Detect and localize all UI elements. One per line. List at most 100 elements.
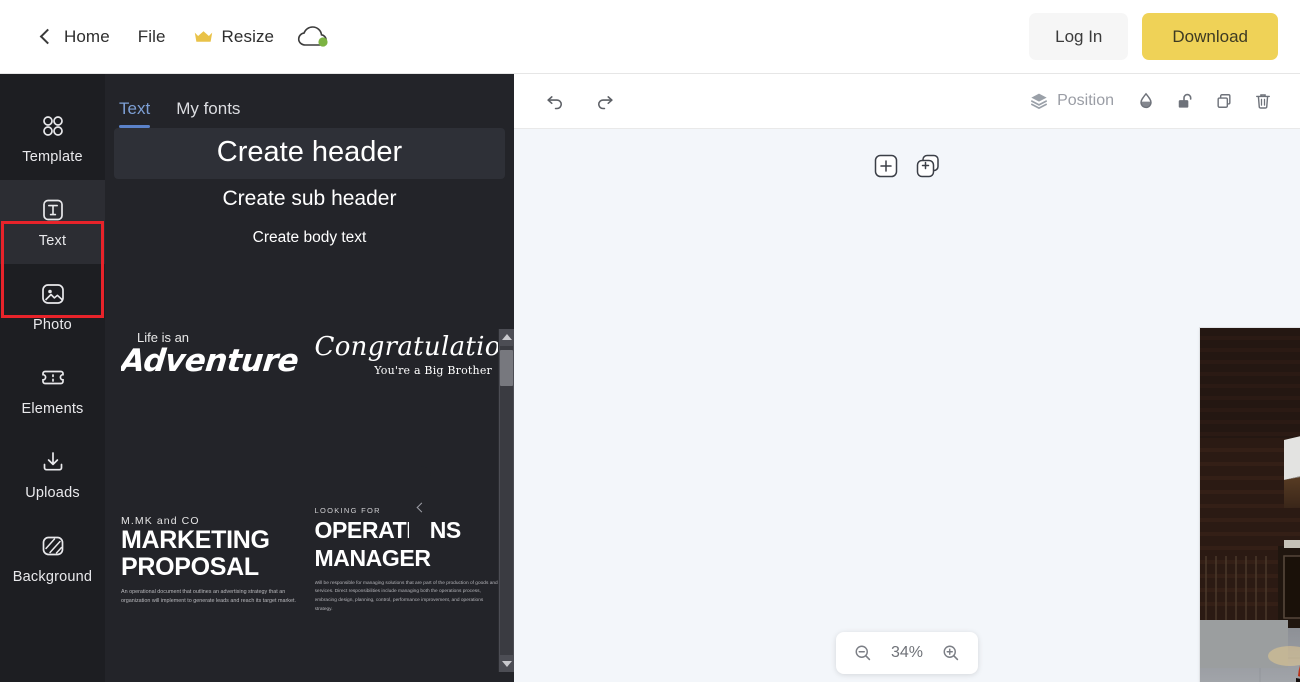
sidebar-item-uploads[interactable]: Uploads <box>0 432 105 516</box>
page-tool-buttons <box>514 153 1300 179</box>
sidebar-item-background[interactable]: Background <box>0 516 105 600</box>
undo-icon <box>544 90 566 112</box>
duplicate-page-icon <box>915 153 941 179</box>
top-header-bar: Home File Resize Log In Download <box>0 0 1300 74</box>
sidebar-item-label: Text <box>39 233 66 249</box>
scrollbar-down-button[interactable] <box>499 656 515 672</box>
tab-my-fonts[interactable]: My fonts <box>176 99 240 128</box>
font-card-title-line1: MARKETING <box>121 527 305 554</box>
font-card-congratulations[interactable]: Congratulations! You're a Big Brother <box>315 279 499 429</box>
font-card-title-line1: OPERATIONS <box>315 518 499 543</box>
zoom-out-button[interactable] <box>848 638 878 668</box>
droplet-icon <box>1136 90 1156 112</box>
redo-button[interactable] <box>588 84 622 118</box>
duplicate-icon <box>1214 90 1234 112</box>
caret-up-icon <box>502 334 512 340</box>
grid-squares-icon <box>39 112 67 140</box>
font-card-subtitle: You're a Big Brother <box>315 364 499 377</box>
font-card-title-line2: PROPOSAL <box>121 554 305 581</box>
zoom-out-icon <box>853 643 873 663</box>
history-controls <box>538 84 622 118</box>
login-button[interactable]: Log In <box>1029 13 1128 60</box>
home-label: Home <box>64 27 110 47</box>
delete-button[interactable] <box>1246 84 1280 118</box>
chevron-left-icon <box>40 29 56 45</box>
font-card-adventure[interactable]: Life is an Adventure <box>121 279 305 429</box>
zoom-in-button[interactable] <box>936 638 966 668</box>
zoom-in-icon <box>941 643 961 663</box>
scrollbar-thumb[interactable] <box>500 350 513 386</box>
sidebar-item-label: Photo <box>33 317 72 333</box>
duplicate-button[interactable] <box>1207 84 1241 118</box>
sidebar-item-text[interactable]: Text <box>0 180 105 264</box>
left-tool-rail: Template Text Photo <box>0 74 105 682</box>
layers-icon <box>1029 91 1049 111</box>
text-preset-list: Create header Create sub header Create b… <box>105 128 514 257</box>
transparency-button[interactable] <box>1129 84 1163 118</box>
font-card-brand: LOOKING FOR <box>315 506 499 515</box>
cloud-saved-icon[interactable] <box>296 24 330 50</box>
caret-down-icon <box>502 661 512 667</box>
position-label: Position <box>1057 92 1114 110</box>
file-label: File <box>138 27 166 47</box>
font-card-title-line2: MANAGER <box>315 546 499 571</box>
editor-body: Template Text Photo <box>0 74 1300 682</box>
car-garage-photo: 24 <box>1200 328 1300 682</box>
font-card-brand: M.MK and CO <box>121 515 305 527</box>
canvas-stage[interactable]: 24 <box>514 129 1300 682</box>
resize-label: Resize <box>222 27 275 47</box>
add-page-button[interactable] <box>873 153 899 179</box>
scrollbar-up-button[interactable] <box>499 329 515 345</box>
preset-create-sub-header[interactable]: Create sub header <box>114 179 505 220</box>
font-card-body: Will be responsible for managing solutio… <box>315 580 499 615</box>
crown-icon <box>194 30 213 44</box>
font-card-body: An operational document that outlines an… <box>121 588 305 607</box>
sidebar-item-label: Elements <box>21 401 83 417</box>
undo-button[interactable] <box>538 84 572 118</box>
trash-icon <box>1253 90 1273 112</box>
download-button[interactable]: Download <box>1142 13 1278 60</box>
redo-icon <box>594 90 616 112</box>
font-card-title: Adventure <box>121 343 305 379</box>
panel-tab-bar: Text My fonts <box>105 74 514 128</box>
preset-create-body-text[interactable]: Create body text <box>114 220 505 257</box>
sidebar-item-label: Background <box>13 569 92 585</box>
font-card-marketing-proposal[interactable]: M.MK and CO MARKETING PROPOSAL An operat… <box>121 486 305 636</box>
home-button[interactable]: Home <box>28 19 124 55</box>
object-controls: Position <box>1019 84 1280 118</box>
font-card-operations-manager[interactable]: LOOKING FOR OPERATIONS MANAGER Will be r… <box>315 486 499 636</box>
upload-download-icon <box>39 448 67 476</box>
duplicate-page-button[interactable] <box>915 153 941 179</box>
position-button[interactable]: Position <box>1019 85 1124 117</box>
file-menu-button[interactable]: File <box>124 19 180 55</box>
preset-create-header[interactable]: Create header <box>114 128 505 179</box>
lock-button[interactable] <box>1168 84 1202 118</box>
sidebar-item-label: Template <box>22 149 82 165</box>
canvas-toolbar: Position <box>514 74 1300 129</box>
panel-collapse-handle[interactable] <box>409 466 431 548</box>
font-template-grid: Life is an Adventure Congratulations! Yo… <box>105 257 514 682</box>
sidebar-item-elements[interactable]: Elements <box>0 348 105 432</box>
panel-scrollbar[interactable] <box>498 329 514 672</box>
sidebar-item-photo[interactable]: Photo <box>0 264 105 348</box>
design-editor-app: Home File Resize Log In Download <box>0 0 1300 682</box>
add-page-icon <box>873 153 899 179</box>
text-box-icon <box>39 196 67 224</box>
scrollbar-track[interactable] <box>500 346 513 655</box>
font-card-title: Congratulations! <box>315 332 499 362</box>
text-panel: Text My fonts Create header Create sub h… <box>105 74 514 682</box>
header-left-menu: Home File Resize <box>28 19 330 55</box>
artboard-page[interactable]: 24 <box>1200 328 1300 682</box>
tab-text[interactable]: Text <box>119 99 150 128</box>
image-icon <box>39 280 67 308</box>
editor-area: Position <box>514 74 1300 682</box>
sidebar-item-label: Uploads <box>25 485 80 501</box>
chevron-left-icon <box>417 502 427 512</box>
sidebar-item-template[interactable]: Template <box>0 96 105 180</box>
zoom-level-value[interactable]: 34% <box>884 644 930 662</box>
shapes-icon <box>39 364 67 392</box>
unlock-icon <box>1175 90 1195 112</box>
resize-button[interactable]: Resize <box>180 19 289 55</box>
zoom-control-bar: 34% <box>836 632 978 674</box>
hatched-square-icon <box>39 532 67 560</box>
